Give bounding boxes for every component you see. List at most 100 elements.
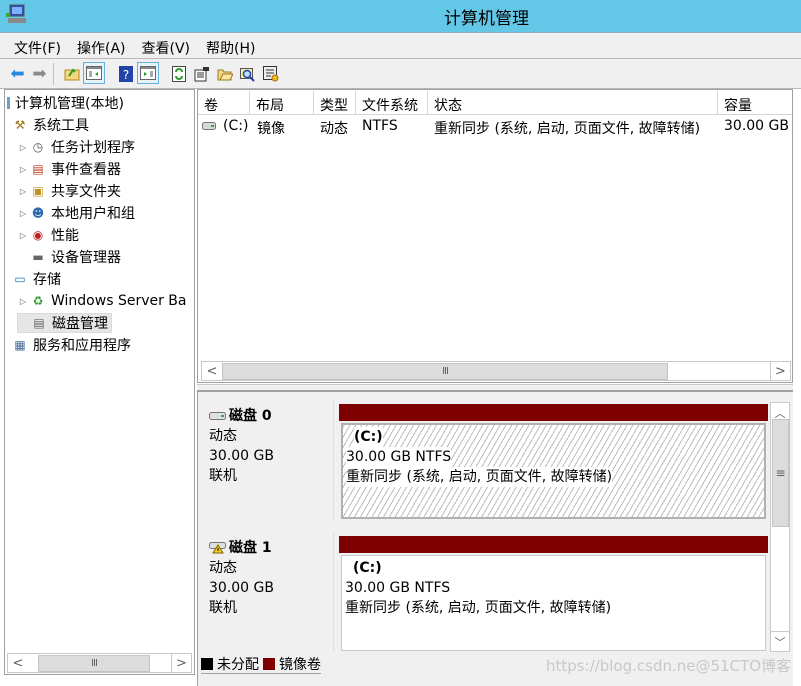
disk-0-volume-c[interactable]: (C:) 30.00 GB NTFS 重新同步 (系统, 启动, 页面文件, 故… — [341, 423, 766, 519]
tree-item-backup[interactable]: ▷ ♻ Windows Server Ba — [17, 291, 187, 311]
tree-item-event-log[interactable]: ▷ ▤ 事件查看器 — [17, 159, 121, 179]
open-folder-icon — [217, 69, 233, 80]
disk-warning-icon — [209, 542, 226, 554]
tree-item-tools[interactable]: ⚒ 系统工具 — [11, 115, 89, 135]
expand-arrow-icon[interactable]: ▷ — [17, 231, 29, 240]
scrollbar-thumb[interactable]: III — [38, 655, 150, 672]
grip-icon: ≡ — [775, 466, 786, 480]
disk-0-state: 联机 — [209, 468, 237, 484]
show-hide-action-pane-button[interactable] — [137, 62, 159, 84]
column-header-capacity[interactable]: 容量 — [718, 91, 792, 115]
disk-1-volume-status: 重新同步 (系统, 启动, 页面文件, 故障转储) — [345, 600, 612, 616]
tree-item-computer[interactable]: 计算机管理(本地) — [7, 93, 124, 113]
tree-item-label: 磁盘管理 — [52, 316, 108, 332]
expand-arrow-icon[interactable]: ▷ — [17, 297, 29, 306]
forward-button[interactable]: ➡ — [30, 64, 49, 84]
disk-0-info[interactable]: 磁盘 0 动态 30.00 GB 联机 — [201, 400, 334, 522]
users-icon: ☻ — [31, 206, 45, 220]
expand-arrow-icon[interactable]: ▷ — [17, 187, 29, 196]
scroll-left-button[interactable]: < — [202, 362, 222, 380]
tree-item-shared-folder[interactable]: ▷ ▣ 共享文件夹 — [17, 181, 121, 201]
services-icon: ▦ — [14, 338, 26, 352]
column-header-layout[interactable]: 布局 — [250, 91, 314, 115]
help-button[interactable]: ? — [116, 64, 135, 83]
properties-icon — [194, 66, 209, 81]
computer-management-icon — [6, 4, 26, 23]
menu-action[interactable]: 操作(A) — [69, 33, 134, 59]
tree-horizontal-scrollbar[interactable]: < III > — [7, 653, 192, 673]
scroll-right-button[interactable]: > — [171, 654, 191, 672]
show-hide-action-pane-icon — [140, 66, 156, 80]
menu-bar: 文件(F) 操作(A) 查看(V) 帮助(H) — [0, 33, 801, 59]
menu-view[interactable]: 查看(V) — [134, 33, 199, 59]
computer-icon — [7, 97, 11, 109]
tree-item-label: 事件查看器 — [51, 162, 121, 178]
back-button[interactable]: ⬅ — [8, 63, 27, 84]
tools-icon: ⚒ — [14, 118, 26, 132]
pane-splitter[interactable] — [197, 384, 793, 392]
tree-item-performance[interactable]: ▷ ◉ 性能 — [17, 225, 79, 245]
disk-1-volume-c[interactable]: (C:) 30.00 GB NTFS 重新同步 (系统, 启动, 页面文件, 故… — [341, 555, 766, 651]
volume-name: (C:) — [223, 118, 249, 134]
tree-item-label: Windows Server Ba — [51, 293, 187, 309]
help-icon: ? — [118, 65, 133, 82]
console-tree: 计算机管理(本地) ⚒ 系统工具 ▷ ◷ 任务计划程序 ▷ ▤ 事件查看器 ▷ ▣ 共享文件夹 ▷ ☻ 本地… — [4, 89, 195, 675]
find-button[interactable] — [238, 64, 257, 83]
tree-item-clock[interactable]: ▷ ◷ 任务计划程序 — [17, 137, 135, 157]
tree-item-device-manager[interactable]: ▬ 设备管理器 — [17, 247, 121, 267]
chevron-left-icon: < — [206, 363, 218, 379]
tree-item-users[interactable]: ▷ ☻ 本地用户和组 — [17, 203, 135, 223]
menu-help[interactable]: 帮助(H) — [198, 33, 263, 59]
volume-drive-icon — [202, 122, 216, 130]
disk-0-volume-status: 重新同步 (系统, 启动, 页面文件, 故障转储) — [346, 467, 613, 487]
tree-item-storage[interactable]: ▭ 存储 — [11, 269, 61, 289]
column-header-type[interactable]: 类型 — [314, 91, 356, 115]
disk-view-vertical-scrollbar[interactable]: ︿ ≡ ﹀ — [770, 402, 790, 652]
refresh-button[interactable] — [169, 64, 188, 83]
scrollbar-thumb[interactable]: III — [222, 363, 668, 380]
show-hide-console-tree-button[interactable] — [83, 62, 105, 84]
scroll-down-button[interactable]: ﹀ — [771, 631, 789, 651]
column-header-filesystem[interactable]: 文件系统 — [356, 91, 428, 115]
vertical-scrollbar-thumb[interactable]: ≡ — [772, 419, 789, 527]
scroll-right-button[interactable]: > — [770, 362, 790, 380]
disk-1-volume-size: 30.00 GB NTFS — [345, 580, 451, 596]
volume-row[interactable]: (C:) 镜像 动态 NTFS 重新同步 (系统, 启动, 页面文件, 故障转储… — [198, 116, 792, 138]
grip-icon: III — [91, 658, 98, 669]
volume-type: 动态 — [320, 121, 348, 137]
settings-button[interactable] — [261, 64, 280, 83]
expand-arrow-icon[interactable]: ▷ — [17, 209, 29, 218]
open-button[interactable] — [215, 64, 234, 83]
menu-file[interactable]: 文件(F) — [6, 33, 69, 59]
performance-icon: ◉ — [32, 228, 44, 242]
event-log-icon: ▤ — [32, 162, 44, 176]
tree-item-services[interactable]: ▦ 服务和应用程序 — [11, 335, 131, 355]
tree-item-label: 存储 — [33, 272, 61, 288]
clock-icon: ◷ — [32, 140, 44, 154]
toolbar-separator — [53, 63, 54, 85]
expand-arrow-icon[interactable]: ▷ — [17, 143, 29, 152]
disk-icon — [209, 411, 226, 420]
volume-layout: 镜像 — [257, 121, 285, 137]
disk-1-info[interactable]: 磁盘 1 动态 30.00 GB 联机 — [201, 532, 334, 652]
disk-management-icon: ▤ — [33, 316, 45, 330]
scroll-left-button[interactable]: < — [8, 654, 28, 672]
search-icon — [239, 67, 255, 82]
expand-arrow-icon[interactable]: ▷ — [17, 165, 29, 174]
up-button[interactable] — [62, 64, 81, 83]
column-header-status[interactable]: 状态 — [428, 91, 718, 115]
volume-list-horizontal-scrollbar[interactable]: < III > — [201, 361, 791, 381]
disk-1-state: 联机 — [209, 600, 237, 616]
column-header-volume[interactable]: 卷 — [198, 91, 250, 115]
legend-mirror-volume: 镜像卷 — [279, 656, 321, 673]
volume-list-header: 卷 布局 类型 文件系统 状态 容量 — [198, 91, 792, 115]
back-icon: ⬅ — [10, 63, 25, 84]
window-title: 计算机管理 — [444, 9, 529, 29]
grip-icon: III — [442, 366, 449, 377]
disk-1-volume-label: (C:) — [353, 560, 382, 576]
properties-button[interactable] — [192, 64, 211, 83]
disk-0-name: 磁盘 0 — [229, 408, 272, 424]
device-manager-icon: ▬ — [32, 250, 44, 264]
legend-unallocated: 未分配 — [217, 656, 259, 673]
tree-item-disk-management[interactable]: ▤ 磁盘管理 — [17, 313, 112, 333]
